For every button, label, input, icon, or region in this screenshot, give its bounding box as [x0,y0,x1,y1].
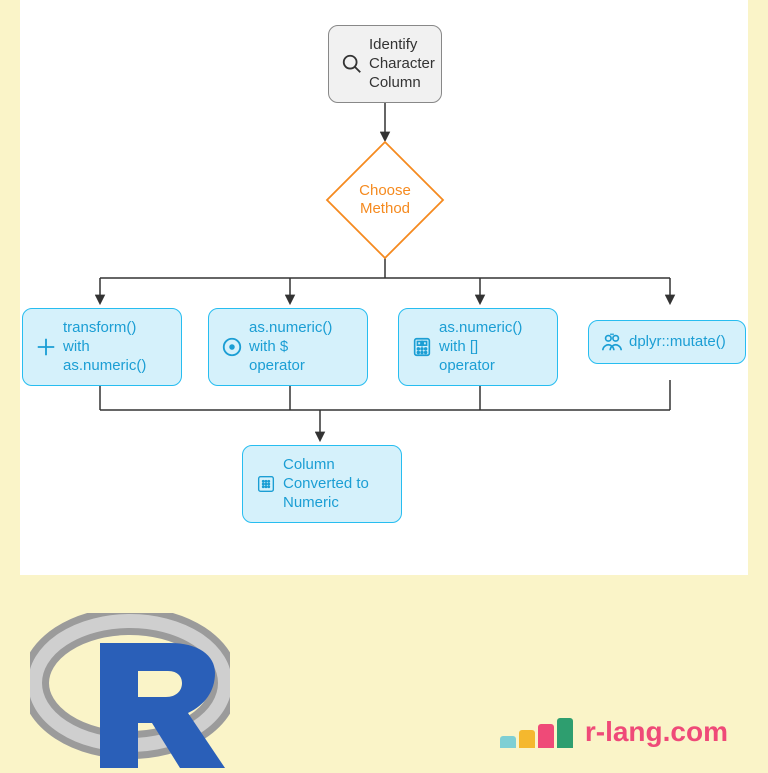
node-label: dplyr::mutate() [629,333,726,352]
people-icon [601,331,623,353]
brand: r-lang.com [500,716,728,748]
grid-icon [255,473,277,495]
bar-3 [538,724,554,748]
node-choose-method: Choose Method [325,140,445,260]
bar-4 [557,718,573,748]
node-asnumeric-bracket: $ as.numeric() with [] operator [398,308,558,386]
node-label: Identify Character Column [369,36,435,92]
node-label: as.numeric() with $ operator [249,319,332,375]
decision-label: Choose Method [359,182,411,218]
search-icon [341,53,363,75]
node-label: as.numeric() with [] operator [439,319,522,375]
diagram-canvas: Identify Character Column Choose Method … [20,0,748,575]
r-logo [30,613,230,768]
brand-text: r-lang.com [585,716,728,748]
node-column-converted: Column Converted to Numeric [242,445,402,523]
node-transform-asnumeric: transform() with as.numeric() [22,308,182,386]
footer: r-lang.com [0,575,768,768]
calculator-icon: $ [411,336,433,358]
plus-icon [35,336,57,358]
bar-2 [519,730,535,748]
node-label: Column Converted to Numeric [283,456,369,512]
bar-1 [500,736,516,748]
target-icon [221,336,243,358]
node-label: transform() with as.numeric() [63,319,146,375]
node-identify-character-column: Identify Character Column [328,25,442,103]
brand-bars-icon [500,718,573,748]
node-dplyr-mutate: dplyr::mutate() [588,320,746,364]
node-asnumeric-dollar: as.numeric() with $ operator [208,308,368,386]
